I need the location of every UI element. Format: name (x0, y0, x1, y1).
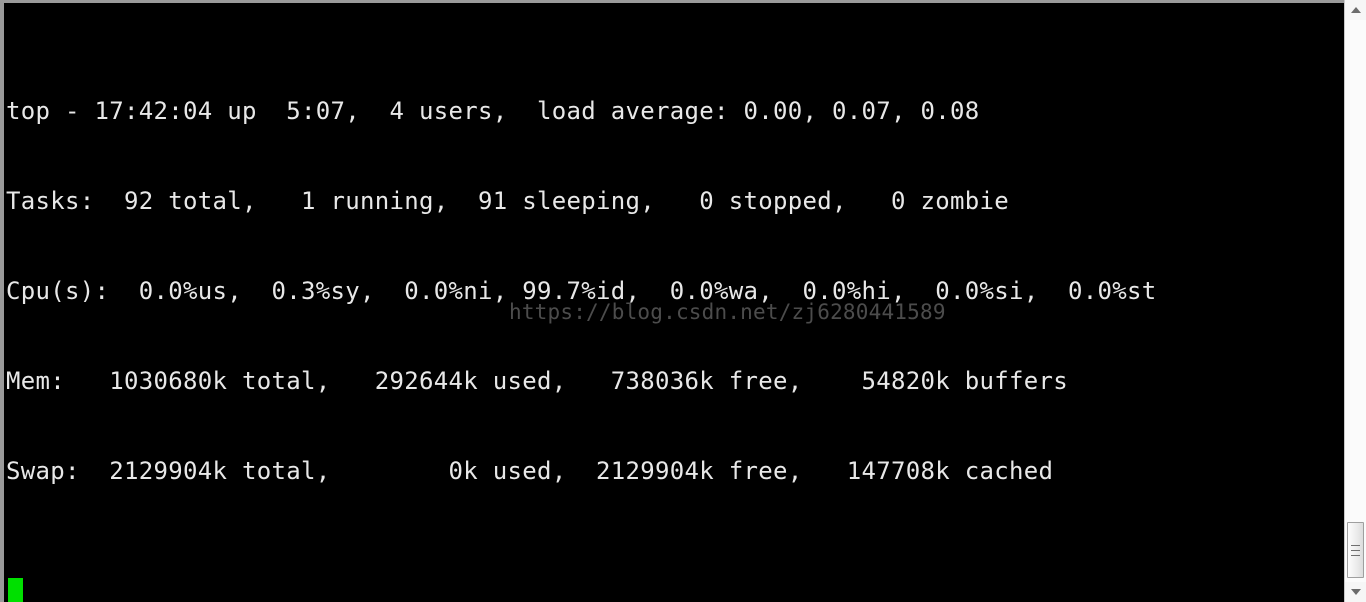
summary-cpu-line: Cpu(s): 0.0%us, 0.3%sy, 0.0%ni, 99.7%id,… (6, 277, 1157, 305)
terminal-screen[interactable]: top - 17:42:04 up 5:07, 4 users, load av… (4, 6, 1344, 602)
text-cursor (8, 578, 23, 602)
summary-swap-line: Swap: 2129904k total, 0k used, 2129904k … (6, 457, 1054, 485)
terminal-frame: top - 17:42:04 up 5:07, 4 users, load av… (0, 0, 1344, 602)
scroll-down-button[interactable] (1345, 582, 1366, 602)
triangle-down-icon (1350, 589, 1361, 595)
vertical-scrollbar[interactable] (1344, 0, 1366, 602)
summary-uptime-line: top - 17:42:04 up 5:07, 4 users, load av… (6, 97, 980, 125)
scrollbar-thumb[interactable] (1347, 522, 1364, 578)
triangle-up-icon (1350, 7, 1361, 13)
summary-mem-line: Mem: 1030680k total, 292644k used, 73803… (6, 367, 1068, 395)
scrollbar-grip-icon (1351, 543, 1360, 558)
scroll-up-button[interactable] (1345, 0, 1366, 20)
cursor-row (4, 576, 1344, 602)
summary-tasks-line: Tasks: 92 total, 1 running, 91 sleeping,… (6, 187, 1009, 215)
scrollbar-track[interactable] (1345, 20, 1366, 582)
terminal-window: top - 17:42:04 up 5:07, 4 users, load av… (0, 0, 1366, 602)
